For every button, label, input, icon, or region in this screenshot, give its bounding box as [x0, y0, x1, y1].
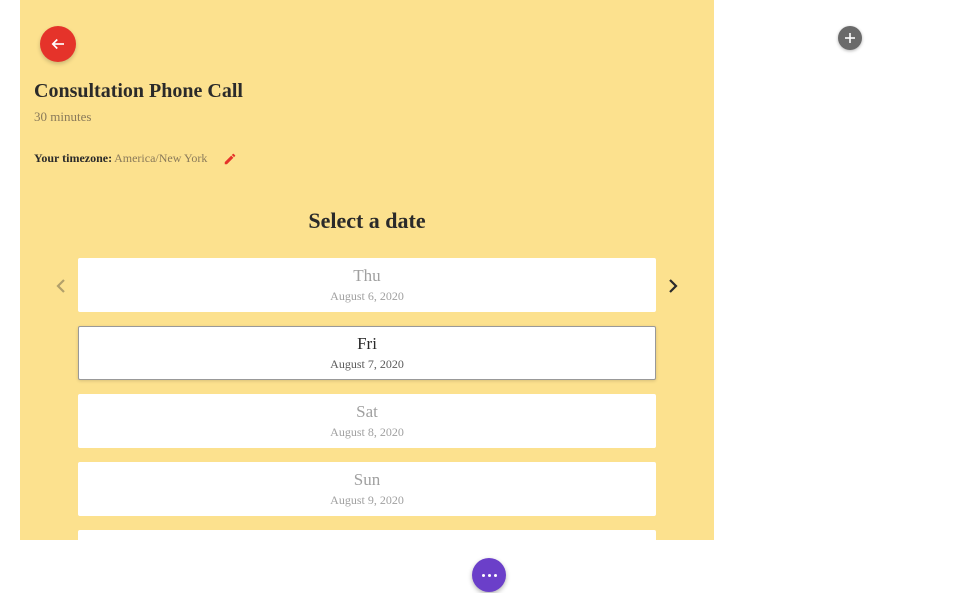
date-option[interactable]: Fri August 7, 2020 [78, 326, 656, 380]
service-duration: 30 minutes [34, 109, 714, 125]
chevron-left-icon [56, 278, 66, 294]
date-option[interactable]: Sat August 8, 2020 [78, 394, 656, 448]
timezone-value: America/New York [114, 151, 207, 166]
date-option[interactable]: Sun August 9, 2020 [78, 462, 656, 516]
date-dow: Mon [351, 538, 383, 540]
booking-widget-frame: Consultation Phone Call 30 minutes Your … [20, 0, 714, 540]
next-dates-button[interactable] [656, 260, 690, 312]
chevron-right-icon [668, 278, 678, 294]
date-option[interactable]: Mon August 10, 2020 [78, 530, 656, 540]
timezone-row: Your timezone: America/New York [34, 151, 714, 166]
date-dow: Fri [357, 334, 377, 354]
date-dow: Sun [354, 470, 380, 490]
edit-timezone-button[interactable] [223, 152, 237, 166]
prev-dates-button [44, 260, 78, 312]
arrow-left-icon [49, 35, 67, 53]
date-picker: Thu August 6, 2020 Fri August 7, 2020 Sa… [20, 258, 714, 540]
timezone-label: Your timezone: [34, 151, 112, 166]
add-button[interactable] [838, 26, 862, 50]
date-dow: Thu [353, 266, 380, 286]
date-dow: Sat [356, 402, 378, 422]
date-option[interactable]: Thu August 6, 2020 [78, 258, 656, 312]
ellipsis-icon [482, 574, 497, 577]
back-button[interactable] [40, 26, 76, 62]
date-list: Thu August 6, 2020 Fri August 7, 2020 Sa… [78, 258, 656, 540]
pencil-icon [223, 152, 237, 166]
select-date-heading: Select a date [20, 208, 714, 234]
service-title: Consultation Phone Call [34, 80, 714, 103]
date-full: August 6, 2020 [330, 289, 404, 304]
date-full: August 9, 2020 [330, 493, 404, 508]
date-full: August 8, 2020 [330, 425, 404, 440]
more-actions-fab[interactable] [472, 558, 506, 592]
booking-widget-scroll[interactable]: Consultation Phone Call 30 minutes Your … [20, 0, 714, 540]
plus-icon [844, 32, 856, 44]
date-full: August 7, 2020 [330, 357, 404, 372]
